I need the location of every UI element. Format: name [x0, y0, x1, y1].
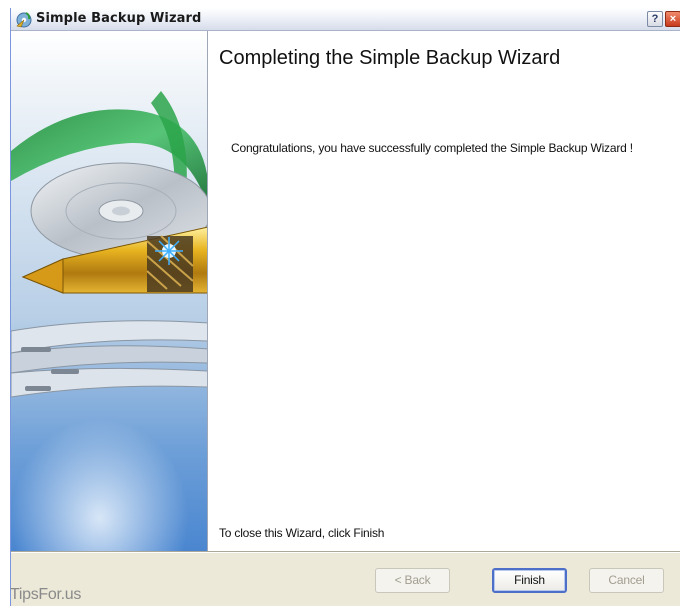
completion-message: Congratulations, you have successfully c… — [231, 141, 633, 155]
close-icon: × — [669, 13, 677, 25]
watermark: TipsFor.us — [10, 586, 82, 603]
backup-wizard-icon — [16, 12, 32, 28]
title-bar[interactable]: Simple Backup Wizard ? × — [11, 8, 680, 31]
back-button[interactable]: < Back — [375, 568, 450, 593]
wizard-content: Completing the Simple Backup Wizard Cong… — [208, 31, 680, 551]
footer-divider — [11, 551, 680, 553]
window-title: Simple Backup Wizard — [36, 11, 202, 26]
finish-button[interactable]: Finish — [492, 568, 567, 593]
help-button[interactable]: ? — [647, 11, 663, 27]
disc-pen-illustration — [11, 31, 207, 551]
cancel-button[interactable]: Cancel — [589, 568, 664, 593]
wizard-window: Simple Backup Wizard ? × Completing the … — [10, 8, 680, 606]
wizard-banner — [11, 31, 208, 551]
close-hint: To close this Wizard, click Finish — [219, 526, 385, 540]
page-title: Completing the Simple Backup Wizard — [219, 47, 561, 69]
help-icon: ? — [651, 13, 659, 25]
close-button[interactable]: × — [665, 11, 680, 27]
